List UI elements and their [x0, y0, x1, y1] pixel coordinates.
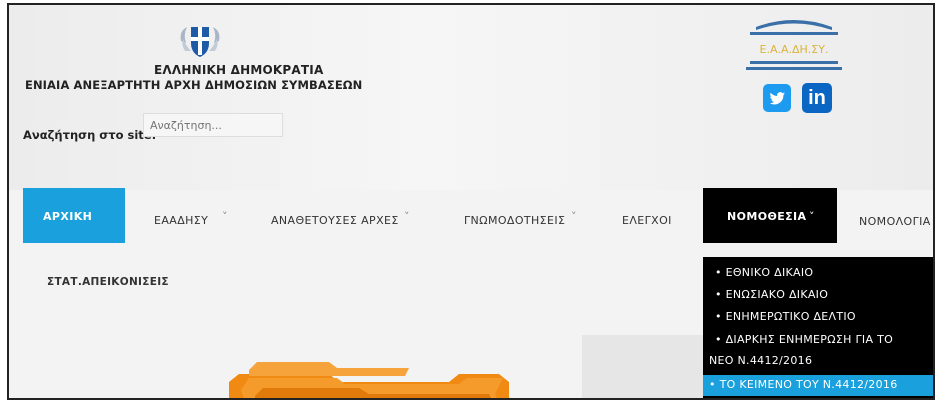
nav-label: ΑΝΑΘΕΤΟΥΣΕΣ ΑΡΧΕΣ: [271, 214, 399, 227]
nav-item-audits[interactable]: ΕΛΕΓΧΟΙ: [612, 188, 687, 243]
nav-label: ΕΛΕΓΧΟΙ: [622, 214, 672, 227]
nav-item-eaadisy[interactable]: ΕΑΑΔΗΣΥ ˅: [146, 188, 241, 243]
dropdown-item-national-law[interactable]: • ΕΘΝΙΚΟ ΔΙΚΑΙΟ: [715, 266, 813, 279]
dropdown-item-continuous-update-line2[interactable]: ΝΕΟ Ν.4412/2016: [709, 354, 812, 367]
main-navigation: ΑΡΧΙΚΗ ΕΑΑΔΗΣΥ ˅ ΑΝΑΘΕΤΟΥΣΕΣ ΑΡΧΕΣ ˅ ΓΝΩ…: [9, 188, 933, 243]
logo-text: Ε.Α.Α.ΔΗ.ΣΥ.: [760, 43, 829, 56]
nav-label: ΑΡΧΙΚΗ: [43, 210, 93, 223]
nav-item-legislation[interactable]: ΝΟΜΟΘΕΣΙΑ ˅: [703, 188, 837, 243]
chevron-down-icon: ˅: [404, 210, 410, 223]
twitter-icon: [769, 92, 785, 105]
chevron-down-icon: ˅: [571, 210, 577, 223]
dropdown-item-law-text[interactable]: • ΤΟ ΚΕΙΜΕΝΟ ΤΟΥ Ν.4412/2016: [709, 378, 898, 391]
nav-item-home[interactable]: ΑΡΧΙΚΗ: [23, 188, 125, 243]
chevron-down-icon: ˅: [809, 210, 815, 223]
org-subtitle: ΕΝΙΑΙΑ ΑΝΕΞΑΡΤΗΤΗ ΑΡΧΗ ΔΗΜΟΣΙΩΝ ΣΥΜΒΑΣΕΩ…: [25, 78, 363, 92]
greek-coat-of-arms-icon: [180, 27, 220, 57]
linkedin-link[interactable]: in: [802, 83, 832, 113]
linkedin-icon: in: [808, 87, 826, 109]
folders-illustration: [229, 362, 509, 398]
dropdown-item-eu-law[interactable]: • ΕΝΩΣΙΑΚΟ ΔΙΚΑΙΟ: [715, 288, 828, 301]
nav-label: ΝΟΜΟΛΟΓΙΑ: [859, 215, 931, 228]
nav-item-opinions[interactable]: ΓΝΩΜΟΔΟΤΗΣΕΙΣ ˅: [454, 188, 589, 243]
nav-item-case-law[interactable]: ΝΟΜΟΛΟΓΙΑ: [855, 188, 933, 243]
twitter-link[interactable]: [763, 84, 791, 112]
browser-viewport: ΕΛΛΗΝΙΚΗ ΔΗΜΟΚΡΑΤΙΑ ΕΝΙΑΙΑ ΑΝΕΞΑΡΤΗΤΗ ΑΡ…: [7, 3, 935, 400]
org-name: ΕΛΛΗΝΙΚΗ ΔΗΜΟΚΡΑΤΙΑ: [154, 63, 324, 77]
nav-label: ΕΑΑΔΗΣΥ: [154, 214, 209, 227]
dropdown-item-newsletter[interactable]: • ΕΝΗΜΕΡΩΤΙΚΟ ΔΕΛΤΙΟ: [715, 310, 856, 323]
search-label: Αναζήτηση στο site:: [23, 128, 157, 142]
chevron-down-icon: ˅: [222, 210, 228, 223]
nav-label: ΓΝΩΜΟΔΟΤΗΣΕΙΣ: [464, 214, 566, 227]
nav-item-statistics[interactable]: ΣΤΑΤ.ΑΠΕΙΚΟΝΙΣΕΙΣ: [47, 276, 169, 288]
nav-label: ΝΟΜΟΘΕΣΙΑ: [727, 210, 807, 223]
legislation-dropdown-menu: • ΕΘΝΙΚΟ ΔΙΚΑΙΟ • ΕΝΩΣΙΑΚΟ ΔΙΚΑΙΟ • ΕΝΗΜ…: [703, 257, 933, 398]
content-panel: [582, 335, 703, 398]
nav-item-contracting-authorities[interactable]: ΑΝΑΘΕΤΟΥΣΕΣ ΑΡΧΕΣ ˅: [261, 188, 426, 243]
eaadisy-logo[interactable]: Ε.Α.Α.ΔΗ.ΣΥ.: [736, 11, 852, 81]
search-input[interactable]: [143, 113, 283, 137]
dropdown-item-continuous-update[interactable]: • ΔΙΑΡΚΗΣ ΕΝΗΜΕΡΩΣΗ ΓΙΑ ΤΟ: [715, 333, 893, 346]
